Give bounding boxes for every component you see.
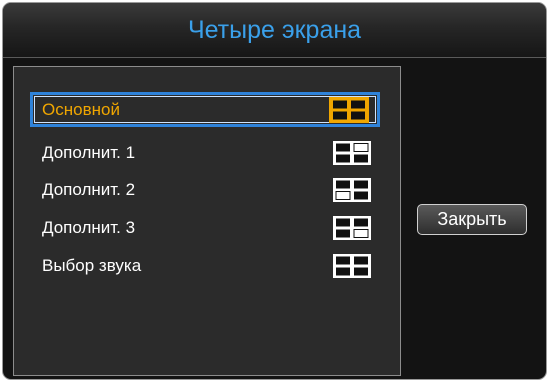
menu-item-label: Основной <box>42 99 120 119</box>
four-screens-dialog: Четыре экрана Основной Дополнит. 1 Допол… <box>2 2 547 380</box>
quad-layout-sub1-icon <box>333 140 371 165</box>
dialog-title: Четыре экрана <box>3 3 546 58</box>
menu-item-label: Дополнит. 2 <box>42 179 136 199</box>
menu-item-sub-3[interactable]: Дополнит. 3 <box>30 210 380 245</box>
menu-item-label: Выбор звука <box>42 255 142 275</box>
quad-layout-sub2-icon <box>333 177 371 202</box>
menu-item-sub-1[interactable]: Дополнит. 1 <box>30 135 380 170</box>
screen-selection-menu: Основной Дополнит. 1 Дополнит. 2 Дополни… <box>13 66 401 376</box>
menu-item-label: Дополнит. 1 <box>42 142 136 162</box>
menu-item-label: Дополнит. 3 <box>42 217 136 237</box>
menu-item-sound-select[interactable]: Выбор звука <box>30 248 380 283</box>
menu-item-sub-2[interactable]: Дополнит. 2 <box>30 172 380 207</box>
close-button[interactable]: Закрыть <box>417 204 527 235</box>
menu-item-main[interactable]: Основной <box>30 92 380 127</box>
quad-layout-sub3-icon <box>333 215 371 240</box>
quad-layout-main-icon <box>329 96 369 123</box>
quad-layout-sound-icon <box>333 253 371 278</box>
